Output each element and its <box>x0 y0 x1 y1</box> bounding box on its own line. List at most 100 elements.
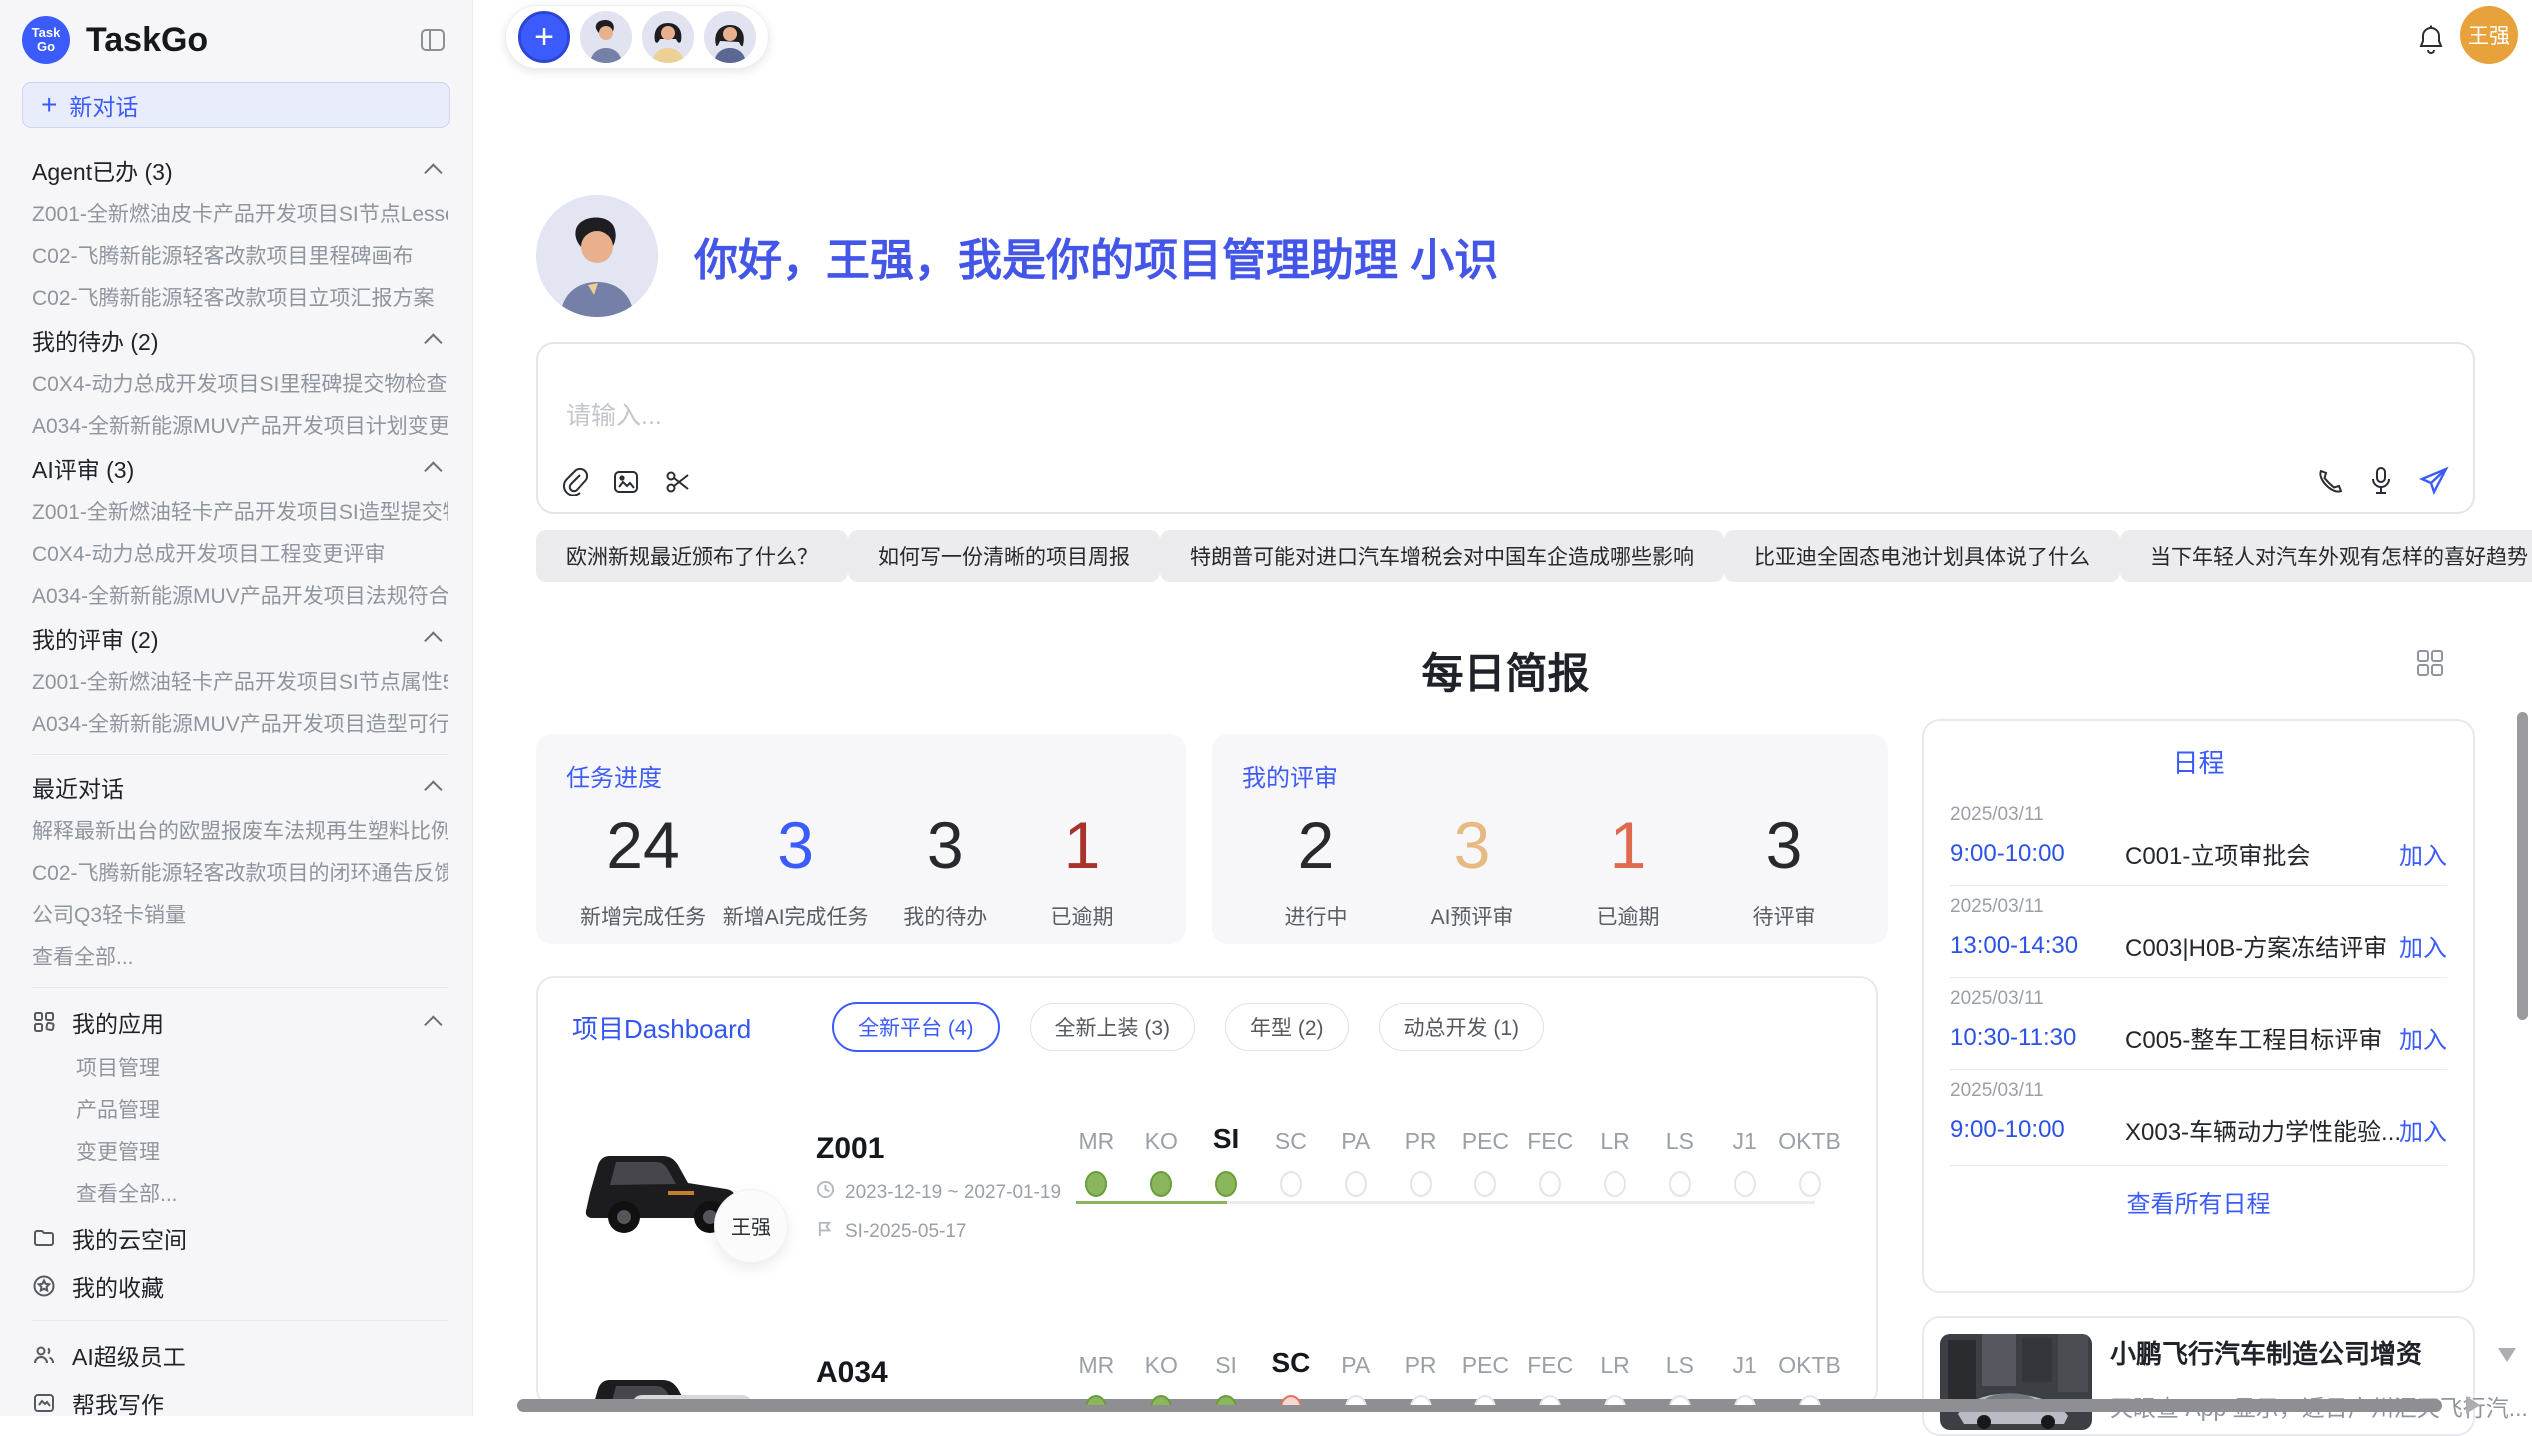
task-progress-card: 任务进度 24新增完成任务 3新增AI完成任务 3我的待办 1已逾期 <box>536 734 1186 944</box>
sidebar-item[interactable]: Z001-全新燃油皮卡产品开发项目SI节点Lesson Learn报告 <box>32 192 448 234</box>
suggestion-chip[interactable]: 比亚迪全固态电池计划具体说了什么 <box>1724 530 2120 582</box>
join-link[interactable]: 加入 <box>2399 1112 2447 1147</box>
users-icon <box>32 1343 56 1367</box>
chat-input[interactable] <box>566 402 2066 431</box>
project-dates: 2023-12-19 ~ 2027-01-19 <box>845 1182 1061 1204</box>
section-agent-done[interactable]: Agent已办 (3) <box>32 148 448 192</box>
stat-value: 2 <box>1256 807 1376 883</box>
project-row[interactable]: 王强 A034 2023-12-19 ~ 2026-01-19 SC-2025-… <box>572 1324 1842 1407</box>
vertical-scrollbar[interactable] <box>2517 712 2528 1020</box>
recent-chat-item[interactable]: 解释最新出台的欧盟报废车法规再生塑料比例被调至15%... <box>32 809 448 851</box>
sidebar-item[interactable]: C0X4-动力总成开发项目SI里程碑提交物检查 <box>32 362 448 404</box>
app-item-change-mgmt[interactable]: 变更管理 <box>32 1130 448 1172</box>
notification-bell-icon[interactable] <box>2416 24 2446 61</box>
user-avatar[interactable]: 王强 <box>2460 6 2518 64</box>
filter-tab-platform[interactable]: 全新平台 (4) <box>832 1002 1000 1052</box>
image-icon[interactable] <box>612 468 640 496</box>
view-all-chats-link[interactable]: 查看全部... <box>32 935 448 977</box>
sidebar-item-cloud-space[interactable]: 我的云空间 <box>32 1214 448 1262</box>
stat-label: 新增AI完成任务 <box>723 901 869 931</box>
stat-label: 进行中 <box>1256 901 1376 931</box>
scroll-down-arrow-icon[interactable] <box>2498 1348 2516 1362</box>
dashboard-title: 项目Dashboard <box>572 1009 802 1046</box>
stat-value: 1 <box>1568 807 1688 883</box>
sidebar-collapse-icon[interactable] <box>420 27 446 53</box>
send-icon[interactable] <box>2419 466 2449 496</box>
section-recent-chats[interactable]: 最近对话 <box>32 765 448 809</box>
new-chat-button[interactable]: + 新对话 <box>22 82 450 128</box>
app-logo: TaskGo <box>22 16 70 64</box>
microphone-icon[interactable] <box>2369 466 2393 496</box>
sidebar-item[interactable]: Z001-全新燃油轻卡产品开发项目SI造型提交物评审 <box>32 490 448 532</box>
agent-avatar[interactable] <box>580 11 632 63</box>
chevron-up-icon <box>424 163 442 181</box>
section-my-apps[interactable]: 我的应用 <box>32 998 448 1046</box>
scissors-icon[interactable] <box>664 468 692 496</box>
filter-tab-body[interactable]: 全新上装 (3) <box>1030 1003 1196 1051</box>
suggestion-chip[interactable]: 欧洲新规最近颁布了什么？ <box>536 530 848 582</box>
sidebar-item[interactable]: Z001-全新燃油轻卡产品开发项目SI节点属性5D文件评审 <box>32 660 448 702</box>
sidebar-item[interactable]: A034-全新新能源MUV产品开发项目计划变更表编写 <box>32 404 448 446</box>
agent-avatar[interactable] <box>642 11 694 63</box>
project-row[interactable]: 王强 Z001 2023-12-19 ~ 2027-01-19 SI-2025-… <box>572 1100 1842 1276</box>
section-ai-review[interactable]: AI评审 (3) <box>32 446 448 490</box>
section-my-review[interactable]: 我的评审 (2) <box>32 616 448 660</box>
write-icon <box>32 1391 56 1415</box>
event-time: 9:00-10:00 <box>1950 840 2125 868</box>
sidebar-item[interactable]: C02-飞腾新能源轻客改款项目里程碑画布 <box>32 234 448 276</box>
milestone-dot <box>1799 1171 1821 1197</box>
assistant-avatar <box>536 195 658 317</box>
scroll-right-arrow-icon[interactable] <box>2466 1396 2480 1414</box>
milestone-dot <box>1734 1171 1756 1197</box>
event-date: 2025/03/11 <box>1950 896 2447 918</box>
join-link[interactable]: 加入 <box>2399 1020 2447 1055</box>
stat-label: 已逾期 <box>1022 901 1142 931</box>
filter-tab-year[interactable]: 年型 (2) <box>1225 1003 1349 1051</box>
phone-icon[interactable] <box>2315 467 2343 495</box>
milestone-dot <box>1604 1171 1626 1197</box>
suggestion-chip[interactable]: 特朗普可能对进口汽车增税会对中国车企造成哪些影响 <box>1160 530 1724 582</box>
sidebar-item[interactable]: C0X4-动力总成开发项目工程变更评审 <box>32 532 448 574</box>
add-agent-button[interactable]: + <box>518 11 570 63</box>
sidebar-item-help-write[interactable]: 帮我写作 <box>32 1379 448 1416</box>
attachment-icon[interactable] <box>562 468 588 496</box>
join-link[interactable]: 加入 <box>2399 836 2447 871</box>
milestone-track: MR KO SI SC PA PR PEC FEC LR LS J1 OKTB <box>1064 1113 1842 1263</box>
chevron-up-icon <box>424 780 442 798</box>
app-item-product-mgmt[interactable]: 产品管理 <box>32 1088 448 1130</box>
recent-chat-item[interactable]: C02-飞腾新能源轻客改款项目的闭环通告反馈情况 <box>32 851 448 893</box>
sidebar-item[interactable]: C02-飞腾新能源轻客改款项目立项汇报方案 <box>32 276 448 318</box>
view-all-schedule-link[interactable]: 查看所有日程 <box>1950 1165 2447 1219</box>
chevron-up-icon <box>424 631 442 649</box>
milestone-track: MR KO SI SC PA PR PEC FEC LR LS J1 OKTB <box>1064 1337 1842 1407</box>
agent-avatar[interactable] <box>704 11 756 63</box>
layout-grid-icon[interactable] <box>2415 648 2445 683</box>
app-item-project-mgmt[interactable]: 项目管理 <box>32 1046 448 1088</box>
recent-chat-item[interactable]: 公司Q3轻卡销量 <box>32 893 448 935</box>
suggestion-chip[interactable]: 如何写一份清晰的项目周报 <box>848 530 1160 582</box>
milestone-dot <box>1474 1171 1496 1197</box>
sidebar-item[interactable]: A034-全新新能源MUV产品开发项目法规符合性评审 <box>32 574 448 616</box>
project-code: Z001 <box>816 1132 1064 1166</box>
schedule-event: 2025/03/11 9:00-10:00 X003-车辆动力学性能验... 加… <box>1950 1069 2447 1161</box>
project-code: A034 <box>816 1356 1064 1390</box>
stat-label: 新增完成任务 <box>580 901 706 931</box>
app-title: TaskGo <box>86 21 404 60</box>
divider <box>32 1320 448 1321</box>
sidebar-item-ai-super-staff[interactable]: AI超级员工 <box>32 1331 448 1379</box>
filter-tab-powertrain[interactable]: 动总开发 (1) <box>1379 1003 1545 1051</box>
sidebar-item[interactable]: A034-全新新能源MUV产品开发项目造型可行性评审 <box>32 702 448 744</box>
stat-label: AI预评审 <box>1412 901 1532 931</box>
news-card[interactable]: 小鹏飞行汽车制造公司增资 天眼查 App 显示，近日广州汇天飞行汽... <box>1922 1316 2475 1436</box>
stat-value: 3 <box>885 807 1005 883</box>
sidebar-item-favorites[interactable]: 我的收藏 <box>32 1262 448 1310</box>
join-link[interactable]: 加入 <box>2399 928 2447 963</box>
view-all-apps-link[interactable]: 查看全部... <box>32 1172 448 1214</box>
milestone-dot <box>1669 1171 1691 1197</box>
event-date: 2025/03/11 <box>1950 988 2447 1010</box>
chat-input-card <box>536 342 2475 514</box>
event-title: X003-车辆动力学性能验... <box>2125 1112 2399 1147</box>
section-my-todo[interactable]: 我的待办 (2) <box>32 318 448 362</box>
suggestion-chip[interactable]: 当下年轻人对汽车外观有怎样的喜好趋势 <box>2120 530 2532 582</box>
my-review-card: 我的评审 2进行中 3AI预评审 1已逾期 3待评审 <box>1212 734 1888 944</box>
